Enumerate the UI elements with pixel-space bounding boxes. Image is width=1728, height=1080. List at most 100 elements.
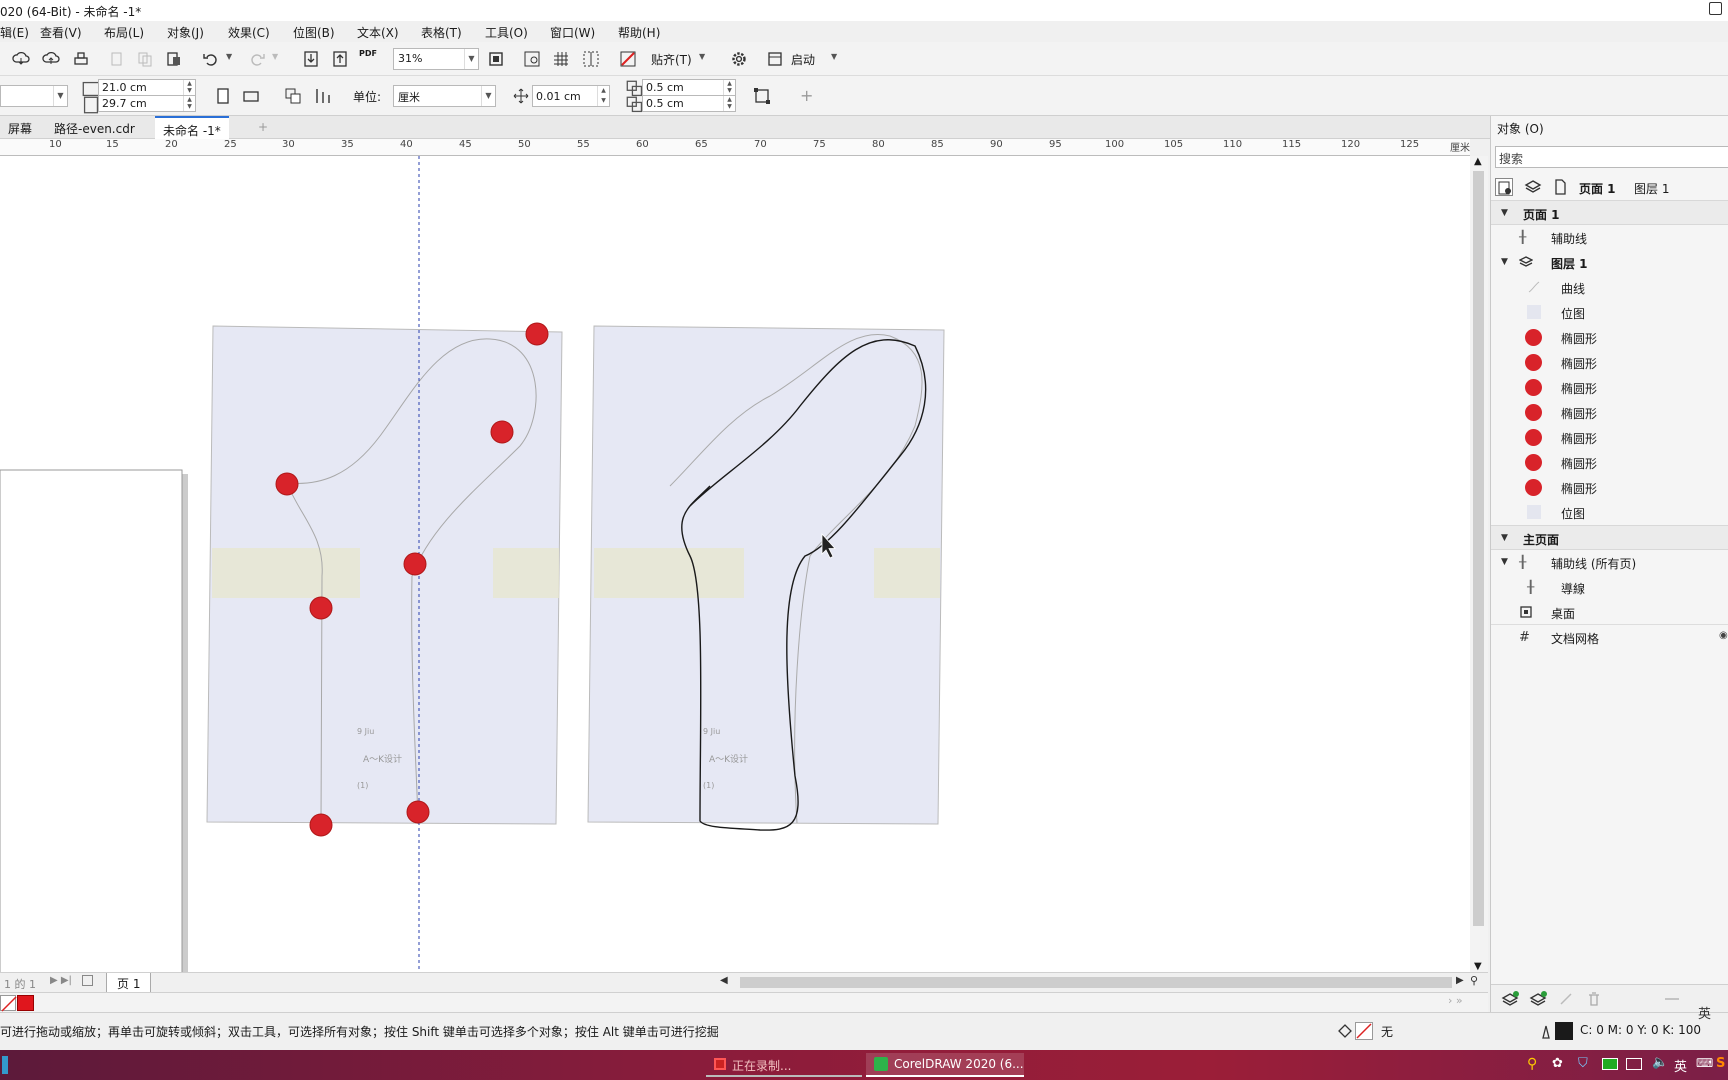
chevron-down-icon[interactable]: ▼ [831, 52, 849, 70]
tree-row-guideline[interactable]: ╂ 導線 [1491, 575, 1728, 600]
ellipse-node[interactable] [490, 420, 514, 444]
next-page-icon[interactable]: ▶ ▶| [50, 975, 72, 986]
fill-swatch-none[interactable] [1355, 1022, 1373, 1040]
menu-effects[interactable]: 效果(C) [228, 24, 270, 41]
tree-row-guides[interactable]: ╂ 辅助线 [1491, 225, 1728, 250]
export-icon[interactable] [331, 50, 349, 68]
tree-row-ellipse[interactable]: 椭圆形 [1491, 325, 1728, 350]
nudge-distance-field[interactable]: 0.01 cm ▲ ▼ [532, 85, 610, 107]
tray-app-icon[interactable]: ✿ [1552, 1056, 1563, 1071]
full-screen-icon[interactable] [487, 50, 505, 68]
scroll-thumb[interactable] [1473, 171, 1484, 926]
outline-swatch[interactable] [1555, 1022, 1573, 1040]
spinner-icon[interactable]: ▲ ▼ [183, 96, 195, 111]
outline-pen-icon[interactable] [1537, 1022, 1555, 1040]
tree-row-curve[interactable]: 曲线 [1491, 275, 1728, 300]
chevron-down-icon[interactable]: ▼ [699, 52, 717, 70]
tree-row-page-1[interactable]: ▼ 页面 1 [1491, 200, 1728, 225]
collapse-triangle-icon[interactable]: ▼ [1501, 208, 1508, 218]
menu-bitmap[interactable]: 位图(B) [293, 24, 335, 41]
new-layer-icon[interactable] [1501, 990, 1519, 1008]
menu-text[interactable]: 文本(X) [357, 24, 399, 41]
breadcrumb-layer[interactable]: 图层 1 [1634, 180, 1669, 197]
vertical-scrollbar[interactable]: ▲ ▼ [1470, 156, 1488, 976]
new-tab-icon[interactable]: + [250, 116, 276, 139]
import-icon[interactable] [302, 50, 320, 68]
copy-icon[interactable] [136, 50, 154, 68]
snap-off-icon[interactable] [619, 50, 637, 68]
zoom-level-select[interactable]: 31% ▼ [393, 48, 479, 70]
no-color-swatch[interactable] [0, 995, 17, 1012]
add-icon[interactable]: + [800, 86, 818, 105]
scroll-up-icon[interactable]: ▲ [1474, 156, 1482, 167]
search-tray-icon[interactable]: ⚲ [1527, 1056, 1537, 1072]
eye-icon[interactable]: ◉ [1719, 630, 1728, 644]
duplicate-x-field[interactable]: 0.5 cm ▲ ▼ [642, 79, 736, 96]
zoom-icon[interactable]: ⚲ [1470, 974, 1478, 987]
ellipse-node[interactable] [309, 596, 333, 620]
view-toggle-icon[interactable] [1663, 990, 1681, 1008]
tree-row-master-page[interactable]: ▼ 主页面 [1491, 525, 1728, 550]
menu-layout[interactable]: 布局(L) [104, 24, 144, 41]
tree-row-ellipse[interactable]: 椭圆形 [1491, 425, 1728, 450]
volume-icon[interactable]: 🔈 [1652, 1055, 1668, 1070]
taskbar-coreldraw-item[interactable]: CorelDRAW 2020 (6... [866, 1053, 1024, 1077]
taskbar-recording-item[interactable]: 正在录制... [706, 1053, 862, 1077]
taskbar-ime[interactable]: 英 [1674, 1056, 1687, 1075]
tree-row-guides-all[interactable]: ▼ ╂ 辅助线 (所有页) [1491, 550, 1728, 575]
cloud-upload-icon[interactable] [42, 50, 60, 68]
spinner-icon[interactable]: ▲ ▼ [597, 86, 609, 106]
tree-row-ellipse[interactable]: 椭圆形 [1491, 350, 1728, 375]
tree-row-ellipse[interactable]: 椭圆形 [1491, 375, 1728, 400]
start-edge-icon[interactable] [2, 1056, 8, 1074]
shield-icon[interactable]: ⛉ [1578, 1056, 1588, 1071]
publish-pdf-icon[interactable]: PDF [359, 49, 377, 67]
collapse-triangle-icon[interactable]: ▼ [1501, 557, 1508, 567]
page-tab-1[interactable]: 页 1 [106, 973, 152, 993]
undo-icon[interactable] [202, 50, 220, 68]
paste-icon[interactable] [165, 50, 183, 68]
horizontal-ruler[interactable]: 10 15 20 25 30 35 40 45 50 55 60 65 70 7… [0, 139, 1470, 156]
layers-icon[interactable] [1524, 178, 1542, 196]
grid-icon[interactable] [552, 50, 570, 68]
launch-icon[interactable] [766, 50, 784, 68]
horizontal-scroll-thumb[interactable] [740, 977, 1452, 988]
duplicate-y-field[interactable]: 0.5 cm ▲ ▼ [642, 95, 736, 112]
tab-untitled[interactable]: 未命名 -1* [155, 116, 229, 139]
treat-as-filled-icon[interactable] [753, 87, 771, 105]
menu-help[interactable]: 帮助(H) [618, 24, 660, 41]
ellipse-node[interactable] [309, 813, 333, 837]
keyboard-icon[interactable]: ⌨ [1696, 1056, 1713, 1070]
drawing-canvas[interactable]: 9 Jiu A～K设计 (1) 9 Jiu A～K设计 (1) 34% [0, 156, 1470, 976]
rulers-icon[interactable] [523, 50, 541, 68]
delete-icon[interactable] [1585, 990, 1603, 1008]
ellipse-node[interactable] [406, 800, 430, 824]
page-height-field[interactable]: 29.7 cm ▲ ▼ [98, 95, 196, 112]
tree-row-ellipse[interactable]: 椭圆形 [1491, 400, 1728, 425]
page-size-select[interactable]: ▼ [0, 85, 68, 107]
menu-object[interactable]: 对象(J) [167, 24, 204, 41]
tree-row-ellipse[interactable]: 椭圆形 [1491, 475, 1728, 500]
spinner-icon[interactable]: ▲ ▼ [183, 80, 195, 95]
ellipse-node[interactable] [275, 472, 299, 496]
redo-icon[interactable] [248, 50, 266, 68]
scroll-down-icon[interactable]: ▼ [1474, 961, 1482, 972]
scroll-right-icon[interactable]: ▶ [1456, 975, 1464, 986]
cloud-download-icon[interactable] [12, 50, 30, 68]
tree-row-bitmap[interactable]: 位图 [1491, 300, 1728, 325]
page-width-field[interactable]: 21.0 cm ▲ ▼ [98, 79, 196, 96]
landscape-icon[interactable] [242, 87, 260, 105]
redo-dropdown-icon[interactable]: ▼ [272, 52, 290, 70]
palette-scroll-icon[interactable]: › » [1448, 994, 1463, 1007]
current-page-icon[interactable] [314, 87, 332, 105]
portrait-icon[interactable] [214, 87, 232, 105]
print-icon[interactable] [72, 50, 90, 68]
fill-bucket-icon[interactable] [1336, 1022, 1354, 1040]
gear-icon[interactable] [730, 50, 748, 68]
breadcrumb-page[interactable]: 页面 1 [1579, 180, 1616, 197]
account-icon[interactable] [1709, 2, 1722, 15]
menu-view[interactable]: 查看(V) [40, 24, 82, 41]
ellipse-node[interactable] [525, 322, 549, 346]
spinner-icon[interactable]: ▲ ▼ [723, 80, 735, 95]
all-pages-icon[interactable] [284, 87, 302, 105]
